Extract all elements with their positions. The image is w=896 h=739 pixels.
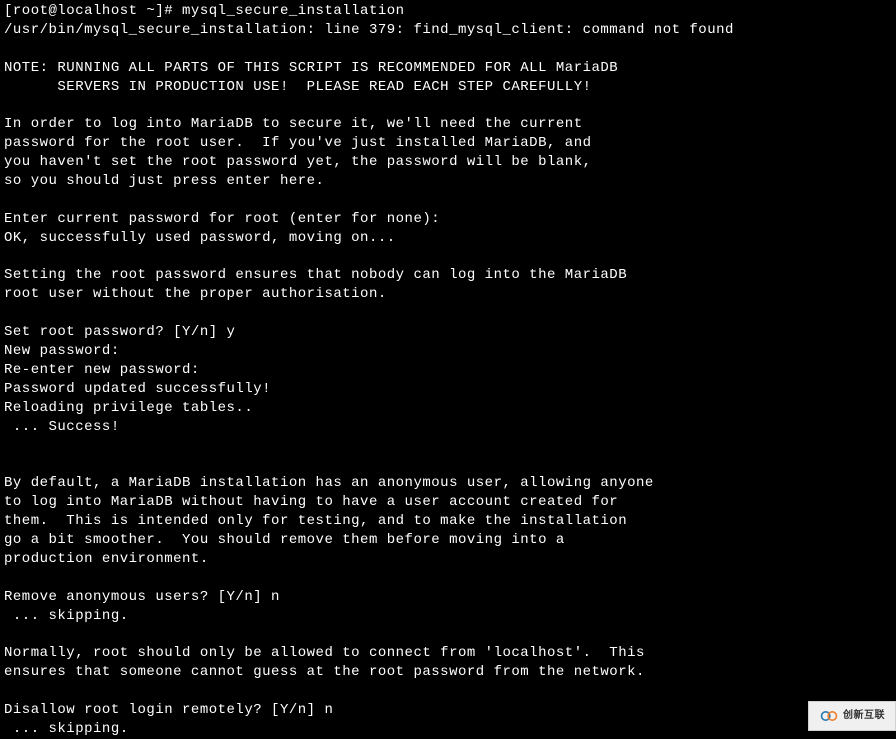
terminal-line xyxy=(4,191,892,210)
terminal-line: Password updated successfully! xyxy=(4,380,892,399)
terminal-line: production environment. xyxy=(4,550,892,569)
terminal-line: ensures that someone cannot guess at the… xyxy=(4,663,892,682)
terminal-line: Reloading privilege tables.. xyxy=(4,399,892,418)
terminal-line: ... Success! xyxy=(4,418,892,437)
terminal-line xyxy=(4,304,892,323)
terminal-line: Set root password? [Y/n] y xyxy=(4,323,892,342)
terminal-line: /usr/bin/mysql_secure_installation: line… xyxy=(4,21,892,40)
watermark-text: 创新互联 xyxy=(843,709,885,723)
terminal-line xyxy=(4,682,892,701)
terminal-line xyxy=(4,569,892,588)
terminal-line: NOTE: RUNNING ALL PARTS OF THIS SCRIPT I… xyxy=(4,59,892,78)
terminal-line: go a bit smoother. You should remove the… xyxy=(4,531,892,550)
terminal-line: SERVERS IN PRODUCTION USE! PLEASE READ E… xyxy=(4,78,892,97)
terminal-line: By default, a MariaDB installation has a… xyxy=(4,474,892,493)
terminal-line: ... skipping. xyxy=(4,720,892,739)
watermark-logo-icon xyxy=(819,706,839,726)
terminal-line: Setting the root password ensures that n… xyxy=(4,266,892,285)
terminal-line xyxy=(4,96,892,115)
terminal-line: ... skipping. xyxy=(4,607,892,626)
terminal-line: them. This is intended only for testing,… xyxy=(4,512,892,531)
terminal-line: [root@localhost ~]# mysql_secure_install… xyxy=(4,2,892,21)
terminal-line: OK, successfully used password, moving o… xyxy=(4,229,892,248)
terminal-line: you haven't set the root password yet, t… xyxy=(4,153,892,172)
terminal-output[interactable]: [root@localhost ~]# mysql_secure_install… xyxy=(4,2,892,739)
terminal-line: New password: xyxy=(4,342,892,361)
terminal-line: to log into MariaDB without having to ha… xyxy=(4,493,892,512)
terminal-line: Disallow root login remotely? [Y/n] n xyxy=(4,701,892,720)
terminal-line: Enter current password for root (enter f… xyxy=(4,210,892,229)
terminal-line xyxy=(4,248,892,267)
terminal-line xyxy=(4,625,892,644)
terminal-line xyxy=(4,40,892,59)
terminal-line: In order to log into MariaDB to secure i… xyxy=(4,115,892,134)
terminal-line: so you should just press enter here. xyxy=(4,172,892,191)
terminal-line: Re-enter new password: xyxy=(4,361,892,380)
terminal-line: Normally, root should only be allowed to… xyxy=(4,644,892,663)
terminal-line: root user without the proper authorisati… xyxy=(4,285,892,304)
terminal-line: password for the root user. If you've ju… xyxy=(4,134,892,153)
terminal-line: Remove anonymous users? [Y/n] n xyxy=(4,588,892,607)
watermark-badge: 创新互联 xyxy=(808,701,896,731)
terminal-line xyxy=(4,436,892,455)
terminal-line xyxy=(4,455,892,474)
